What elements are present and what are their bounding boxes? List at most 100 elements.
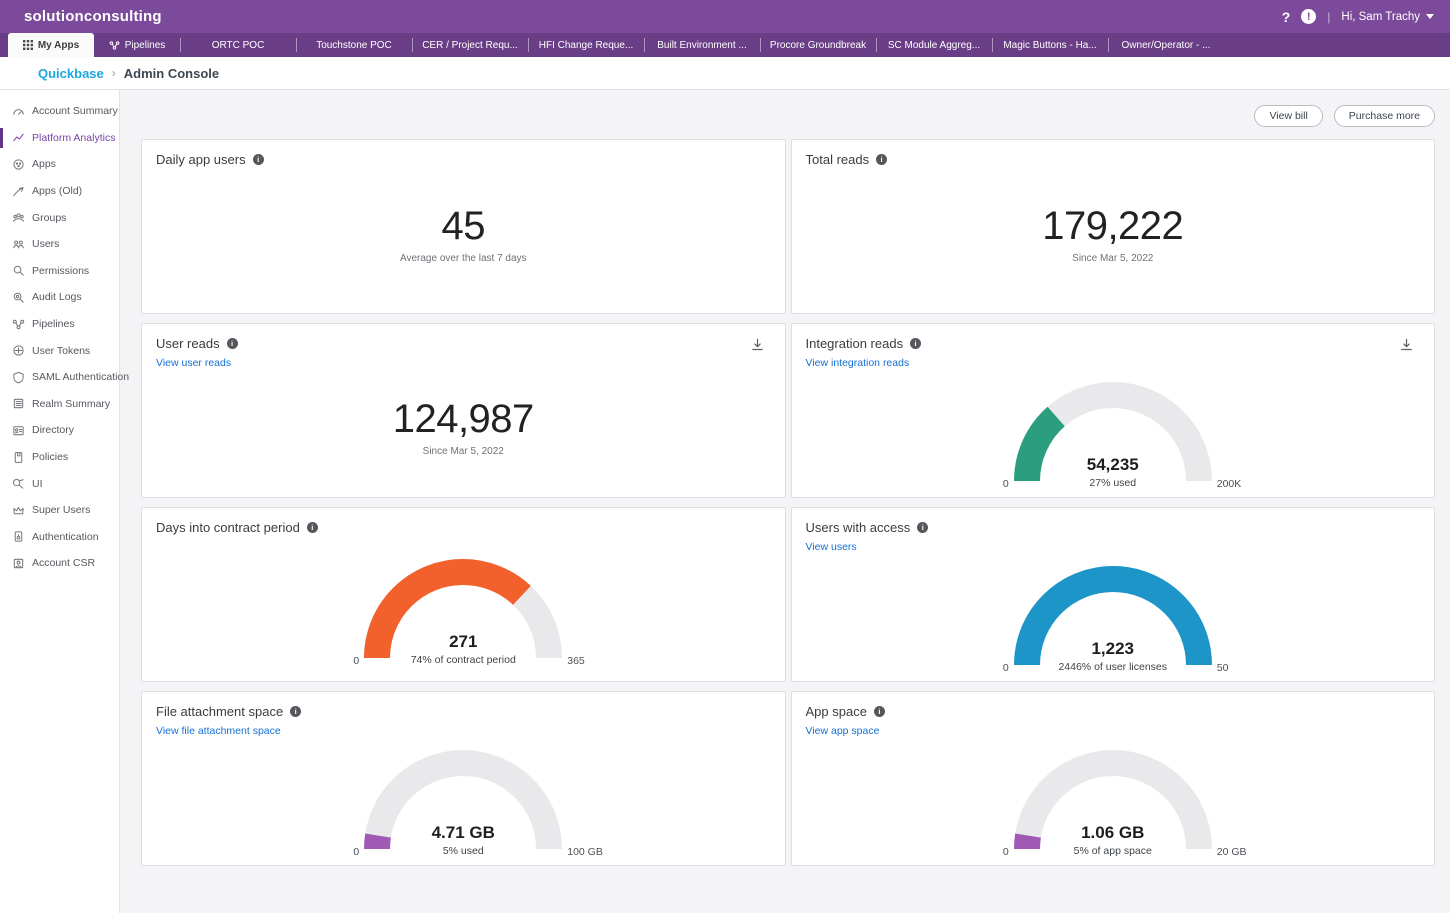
pipelines-icon (12, 318, 25, 331)
card-users-with-access: Users with access i View users 0 50 1,22… (791, 507, 1436, 682)
kpi-caption: Since Mar 5, 2022 (1072, 253, 1153, 264)
tab-ortc-poc[interactable]: ORTC POC (180, 33, 296, 57)
card-title: App space (806, 704, 867, 719)
sidebar-item-policies[interactable]: Policies (0, 444, 119, 471)
gauge-caption: 27% used (993, 477, 1233, 489)
shield-icon (12, 371, 25, 384)
sidebar-item-groups[interactable]: Groups (0, 204, 119, 231)
user-greeting-label: Hi, Sam Trachy (1341, 11, 1420, 23)
realm-brand: solutionconsulting (24, 8, 162, 25)
download-icon[interactable] (750, 337, 765, 352)
tab-sc-module-aggregation[interactable]: SC Module Aggreg... (876, 33, 992, 57)
sidebar-item-label: Super Users (32, 504, 90, 516)
sidebar-item-apps-old[interactable]: Apps (Old) (0, 178, 119, 205)
tab-label: Magic Buttons - Ha... (1003, 40, 1096, 51)
tab-label: Touchstone POC (316, 40, 392, 51)
tab-cer-project-request[interactable]: CER / Project Requ... (412, 33, 528, 57)
view-user-reads-link[interactable]: View user reads (156, 357, 231, 369)
info-icon[interactable]: i (874, 706, 885, 717)
sidebar-item-authentication[interactable]: Authentication (0, 524, 119, 551)
analytics-card-grid: Daily app users i 45 Average over the la… (141, 139, 1435, 866)
tab-label: Owner/Operator - ... (1122, 40, 1211, 51)
tab-label: HFI Change Reque... (539, 40, 634, 51)
sidebar-item-label: Authentication (32, 531, 99, 543)
card-file-attachment-space: File attachment space i View file attach… (141, 691, 786, 866)
users-icon (12, 238, 25, 251)
gauge-block: 0 100 GB 4.71 GB 5% used (156, 737, 771, 860)
kpi-value: 45 (442, 204, 486, 249)
sidebar-item-users[interactable]: Users (0, 231, 119, 258)
badge-icon (12, 424, 25, 437)
kpi-value: 124,987 (393, 397, 534, 442)
sidebar-item-ui[interactable]: UI (0, 470, 119, 497)
grid-icon (23, 40, 33, 50)
sidebar-item-account-summary[interactable]: Account Summary (0, 98, 119, 125)
gauge-caption: 74% of contract period (343, 654, 583, 666)
info-icon[interactable]: i (253, 154, 264, 165)
view-users-link[interactable]: View users (806, 541, 857, 553)
sidebar-item-apps[interactable]: Apps (0, 151, 119, 178)
kpi-caption: Average over the last 7 days (400, 253, 527, 264)
card-title: File attachment space (156, 704, 283, 719)
sidebar-item-directory[interactable]: Directory (0, 417, 119, 444)
header-divider: | (1327, 10, 1330, 24)
info-icon[interactable]: i (876, 154, 887, 165)
view-app-space-link[interactable]: View app space (806, 725, 880, 737)
card-title: Total reads (806, 152, 870, 167)
notification-icon[interactable]: ! (1301, 9, 1316, 24)
sidebar-item-user-tokens[interactable]: User Tokens (0, 337, 119, 364)
tab-built-environment[interactable]: Built Environment ... (644, 33, 760, 57)
tab-magic-buttons[interactable]: Magic Buttons - Ha... (992, 33, 1108, 57)
tab-touchstone-poc[interactable]: Touchstone POC (296, 33, 412, 57)
tab-pipelines[interactable]: Pipelines (94, 33, 180, 57)
kpi-block: 124,987 Since Mar 5, 2022 (156, 369, 771, 485)
sidebar-item-label: Pipelines (32, 318, 75, 330)
view-file-attachment-space-link[interactable]: View file attachment space (156, 725, 281, 737)
view-integration-reads-link[interactable]: View integration reads (806, 357, 910, 369)
info-icon[interactable]: i (307, 522, 318, 533)
sidebar-item-label: Audit Logs (32, 291, 82, 303)
tab-hfi-change-request[interactable]: HFI Change Reque... (528, 33, 644, 57)
app-header: solutionconsulting ? ! | Hi, Sam Trachy (0, 0, 1450, 33)
gauge-icon (12, 105, 25, 118)
sidebar-item-account-csr[interactable]: Account CSR (0, 550, 119, 577)
sidebar-item-pipelines[interactable]: Pipelines (0, 311, 119, 338)
file-space-gauge: 0 100 GB 4.71 GB 5% used (343, 737, 583, 857)
sidebar-item-platform-analytics[interactable]: Platform Analytics (0, 125, 119, 152)
kpi-block: 179,222 Since Mar 5, 2022 (806, 167, 1421, 301)
line-chart-icon (12, 131, 25, 144)
kpi-value: 179,222 (1042, 204, 1183, 249)
sidebar-item-super-users[interactable]: Super Users (0, 497, 119, 524)
token-icon (12, 344, 25, 357)
help-icon[interactable]: ? (1282, 9, 1291, 25)
sidebar-item-realm-summary[interactable]: Realm Summary (0, 391, 119, 418)
tab-label: ORTC POC (212, 40, 265, 51)
tab-my-apps[interactable]: My Apps (8, 33, 94, 57)
integration-reads-gauge: 0 200K 54,235 27% used (993, 369, 1233, 489)
page-title: Admin Console (124, 66, 219, 81)
purchase-more-button[interactable]: Purchase more (1334, 105, 1435, 127)
info-icon[interactable]: i (290, 706, 301, 717)
chevron-down-icon (1426, 14, 1434, 19)
crown-icon (12, 504, 25, 517)
card-user-reads: User reads i View user reads 124,987 Sin… (141, 323, 786, 498)
sidebar-item-saml-authentication[interactable]: SAML Authentication (0, 364, 119, 391)
user-menu[interactable]: Hi, Sam Trachy (1341, 11, 1434, 23)
sidebar-item-label: Groups (32, 212, 66, 224)
download-icon[interactable] (1399, 337, 1414, 352)
info-icon[interactable]: i (227, 338, 238, 349)
gauge-block: 0 20 GB 1.06 GB 5% of app space (806, 737, 1421, 860)
tab-procore-groundbreak[interactable]: Procore Groundbreak (760, 33, 876, 57)
tab-owner-operator[interactable]: Owner/Operator - ... (1108, 33, 1224, 57)
info-icon[interactable]: i (910, 338, 921, 349)
sidebar-item-label: SAML Authentication (32, 371, 129, 383)
sidebar-item-audit-logs[interactable]: Audit Logs (0, 284, 119, 311)
sidebar-item-label: User Tokens (32, 345, 90, 357)
card-days-into-contract-period: Days into contract period i 0 365 271 74… (141, 507, 786, 682)
tab-label: SC Module Aggreg... (888, 40, 980, 51)
breadcrumb-quickbase-link[interactable]: Quickbase (38, 66, 104, 81)
info-icon[interactable]: i (917, 522, 928, 533)
view-bill-button[interactable]: View bill (1254, 105, 1322, 127)
sidebar-item-label: Users (32, 238, 59, 250)
sidebar-item-permissions[interactable]: Permissions (0, 258, 119, 285)
